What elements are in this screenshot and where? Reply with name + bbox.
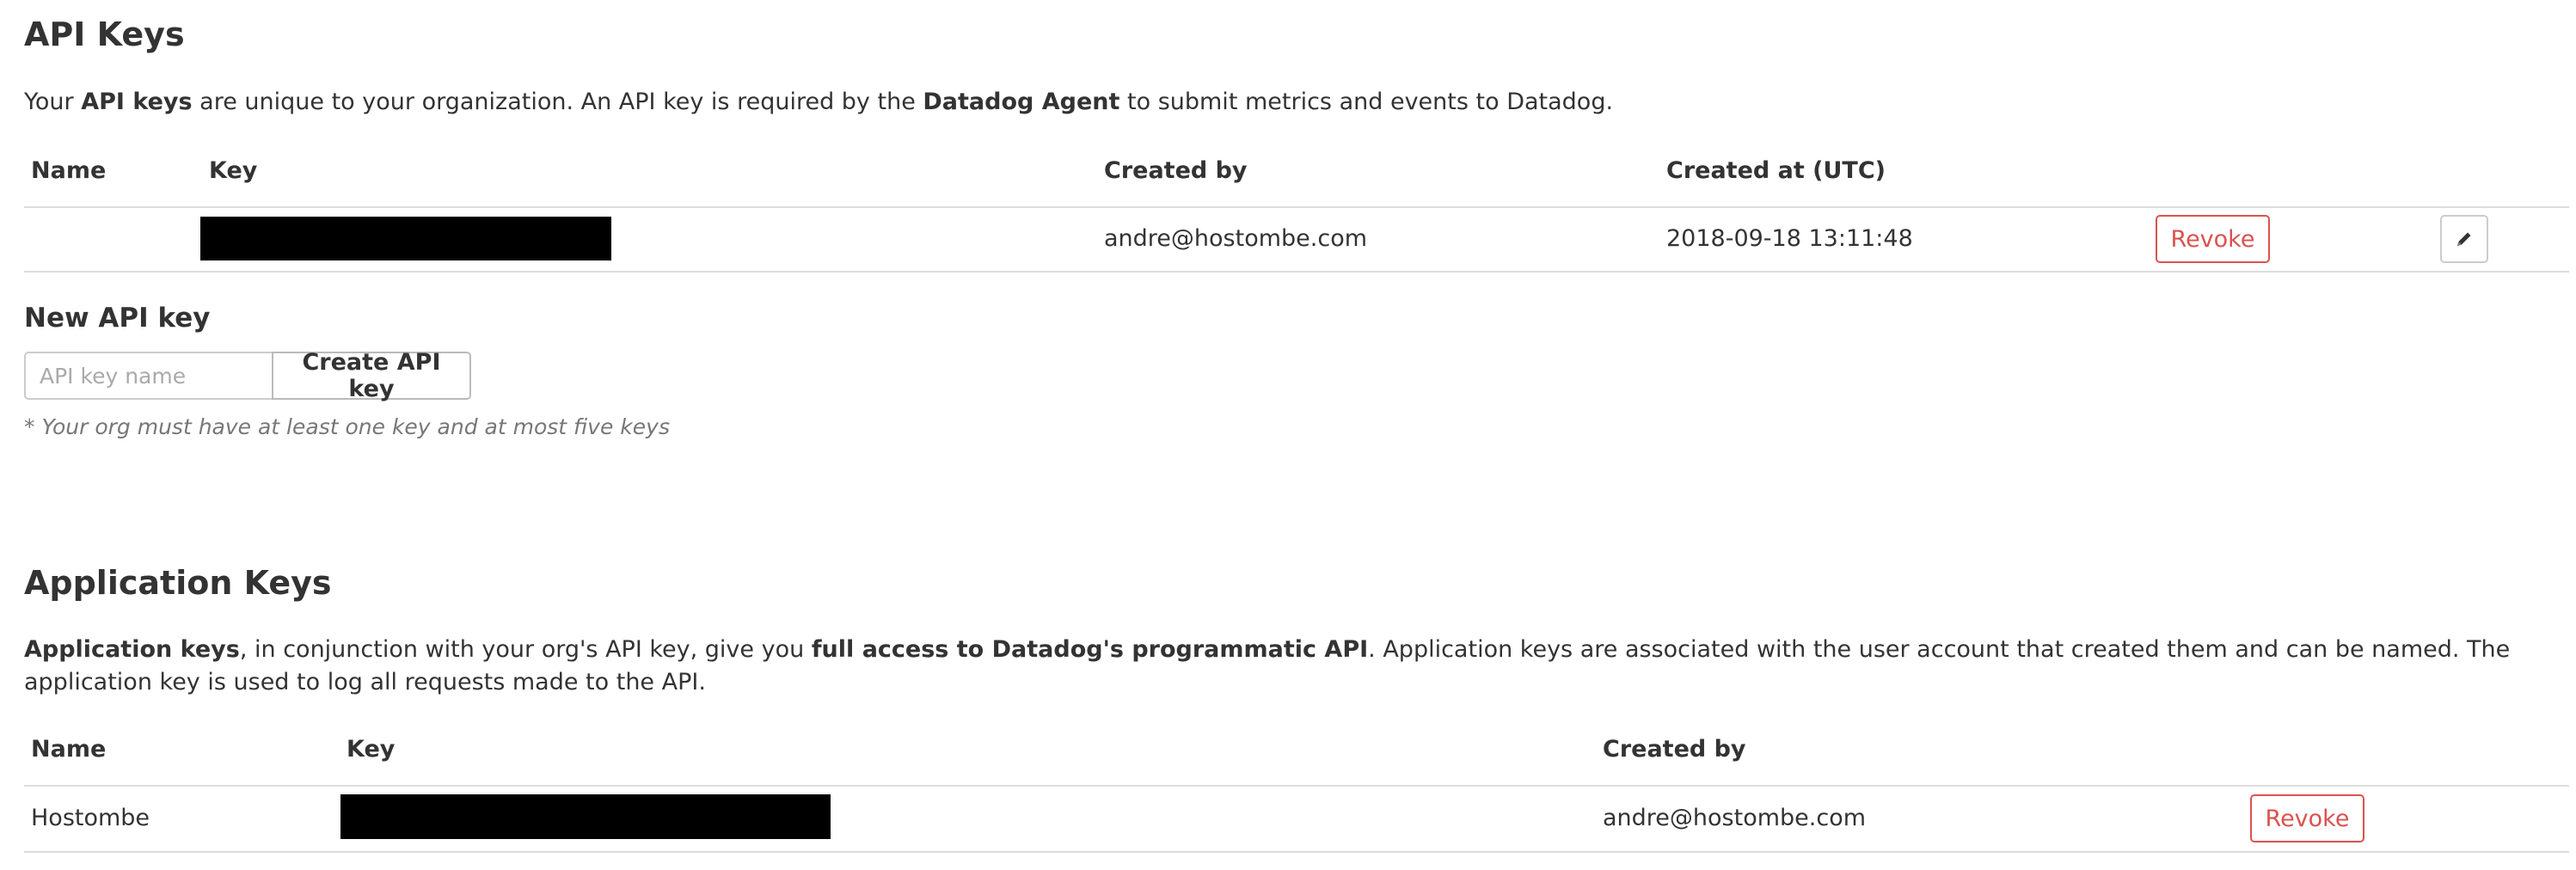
pencil-icon	[2457, 232, 2471, 246]
api-key-revoke-button[interactable]: Revoke	[2156, 215, 2270, 263]
api-keys-desc-text-2: are unique to your organization. An API …	[192, 89, 923, 115]
api-key-name-input[interactable]	[24, 352, 273, 400]
api-keys-description: Your API keys are unique to your organiz…	[24, 86, 2518, 119]
app-keys-desc-bold-2: full access to Datadog's programmatic AP…	[811, 636, 1369, 663]
api-keys-desc-text-1: Your	[24, 89, 82, 115]
app-col-key-header: Key	[347, 736, 396, 763]
app-key-revoke-button[interactable]: Revoke	[2250, 794, 2364, 842]
app-key-row-name: Hostombe	[31, 805, 150, 831]
api-keys-desc-bold-2: Datadog Agent	[923, 89, 1120, 115]
api-col-created-at-header: Created at (UTC)	[1666, 157, 1886, 184]
api-key-limit-note: * Your org must have at least one key an…	[24, 414, 670, 439]
app-table-header-divider	[24, 785, 2569, 787]
app-key-row-created-by: andre@hostombe.com	[1603, 805, 1867, 831]
api-col-created-by-header: Created by	[1104, 157, 1248, 184]
api-col-key-header: Key	[209, 157, 258, 184]
application-keys-title: Application Keys	[24, 564, 332, 602]
app-key-redacted-value	[340, 794, 831, 839]
api-key-edit-button[interactable]	[2440, 215, 2488, 263]
api-keys-desc-text-3: to submit metrics and events to Datadog.	[1119, 89, 1614, 115]
api-col-name-header: Name	[31, 157, 107, 184]
app-col-created-by-header: Created by	[1603, 736, 1746, 763]
api-key-row-created-by: andre@hostombe.com	[1104, 225, 1368, 252]
app-keys-desc-text-1: , in conjunction with your org's API key…	[239, 636, 812, 663]
api-table-row-divider	[24, 271, 2569, 273]
app-table-row-divider	[24, 851, 2569, 853]
api-keys-title: API Keys	[24, 15, 185, 53]
api-key-row-created-at: 2018-09-18 13:11:48	[1666, 225, 1913, 252]
api-keys-desc-bold-1: API keys	[81, 89, 193, 115]
create-api-key-button[interactable]: Create API key	[272, 349, 471, 402]
api-table-header-divider	[24, 206, 2569, 208]
api-key-redacted-value	[200, 217, 611, 260]
app-col-name-header: Name	[31, 736, 107, 763]
app-keys-desc-bold-1: Application keys	[24, 636, 240, 663]
new-api-key-title: New API key	[24, 303, 211, 334]
application-keys-description: Application keys, in conjunction with yo…	[24, 634, 2561, 699]
